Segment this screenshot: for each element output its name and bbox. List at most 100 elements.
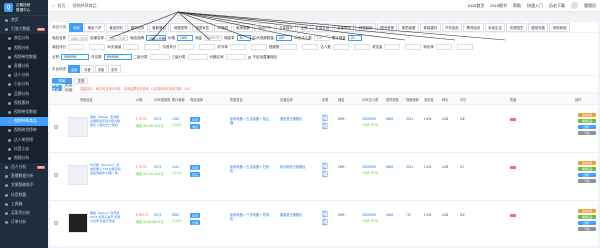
platform-pill[interactable]: 淘宝 [94, 65, 108, 73]
shop-name[interactable]: 美的官方旗舰店 [280, 117, 310, 121]
metric-2[interactable]: 3334 [406, 117, 413, 121]
sidebar-item[interactable]: 视频素材 [0, 98, 48, 108]
shop-name[interactable]: 科沃斯官方旗舰店 [280, 165, 310, 169]
category-tab[interactable]: 家居家纺 [191, 22, 213, 32]
brand-tag-button-2[interactable]: 天猫 [190, 220, 201, 225]
category[interactable]: 家用电器 > 生活电器 > 扫地机 [230, 165, 270, 173]
filter-min-input[interactable] [332, 44, 349, 50]
metric-1[interactable]: 8666 [386, 117, 393, 121]
table-header-cell[interactable]: 评分 [460, 97, 466, 102]
exclude-live-checkbox[interactable] [247, 55, 251, 59]
filter-max-input[interactable] [144, 44, 161, 50]
category-tab[interactable]: 本地生活 [484, 22, 506, 32]
row-action-button[interactable]: 分析 [578, 131, 596, 135]
category-tab[interactable]: 礼品文创 [312, 22, 333, 32]
filter-input[interactable]: 9999999 [204, 35, 222, 41]
sidebar-item[interactable]: 抖音联盟 [0, 191, 48, 200]
sidebar-item[interactable]: 商品分析 [0, 34, 48, 44]
filter-input[interactable]: 请输入品牌 [146, 35, 166, 41]
sidebar-item[interactable]: 达人分析 [0, 71, 48, 81]
filter-input[interactable]: 9999999 [61, 54, 89, 60]
category-tab[interactable]: 运动户外 [254, 22, 275, 32]
breadcrumb-home[interactable]: 首页 [57, 3, 65, 9]
sidebar-item[interactable]: 视频分析 [0, 43, 48, 53]
metric-1[interactable]: 8666 [386, 165, 393, 169]
filter-max-input[interactable] [250, 44, 267, 50]
sidebar-item[interactable]: 视频分析 [0, 153, 48, 163]
product-thumbnail[interactable] [68, 165, 88, 185]
link-5118-books[interactable]: 5118图书 [490, 3, 507, 9]
filter-min-input[interactable] [281, 44, 298, 50]
link-5118-home[interactable]: 5118首页 [468, 3, 485, 9]
sidebar-item[interactable]: 首页 [0, 16, 48, 25]
row-action-button[interactable]: 查看详情 [578, 209, 596, 213]
filter-max-input[interactable] [456, 44, 473, 50]
filter-min-input[interactable] [68, 44, 84, 50]
link-quickstart[interactable]: 快速入门 [527, 3, 543, 9]
category-tab[interactable]: 鞋靴箱包 [148, 22, 170, 32]
sales[interactable]: 5833 [172, 213, 179, 217]
row-action-button[interactable]: 收藏商品 [578, 167, 596, 171]
sidebar-item[interactable]: 视频带货榜单 [0, 126, 48, 136]
brand-tag-button[interactable]: 抖音 [190, 117, 201, 122]
category-tab[interactable]: 母婴宠物 [170, 22, 191, 32]
table-header-cell[interactable]: 30天视频数 [154, 97, 170, 102]
row-action-button[interactable]: 查看详情 [578, 113, 596, 117]
filter-input[interactable]: 请输入店铺 [106, 35, 128, 41]
creator-count[interactable]: 20060000 [362, 165, 376, 169]
sidebar-item[interactable]: 小店分析 [0, 80, 48, 90]
sidebar-item[interactable]: 工具箱 [0, 200, 48, 209]
category[interactable]: 家用电器 > 生活电器 > 吸尘器 [230, 117, 270, 125]
table-header-cell[interactable]: 30天达人数 [362, 97, 378, 102]
filter-min-input[interactable] [229, 44, 246, 50]
row-action-button[interactable]: 收藏商品 [578, 119, 596, 123]
category[interactable]: 家用电器 > 个护电器 > 吹风机 [230, 213, 270, 221]
sidebar-item[interactable]: 达人分析 NEW [0, 163, 48, 172]
category-tab[interactable]: 家用电器 [232, 22, 254, 32]
filter-max-input[interactable] [302, 44, 319, 50]
logo[interactable]: Q 企鹅技研 数据中心 [0, 0, 48, 16]
filter-min-input[interactable] [178, 44, 195, 50]
platform-pill[interactable]: 全部 [68, 65, 81, 73]
product-title[interactable]: 科沃斯（Ecovacs）扫地机器人 T20 全能基站 自动洗拖布 扫拖一体 [90, 163, 122, 175]
brand-tag-button-2[interactable]: 京东 [190, 172, 201, 177]
table-header-cell[interactable]: 带货视频 [386, 97, 399, 102]
sidebar-item[interactable]: 抖音小店 [0, 144, 48, 154]
batch-favorite-button[interactable]: 批量收藏 [64, 83, 74, 92]
category-tab[interactable]: 食品饮料 [105, 22, 127, 32]
category-tab[interactable]: 农资园艺 [506, 22, 527, 32]
filter-input[interactable]: - [187, 54, 208, 60]
table-header-cell[interactable]: 价格 [136, 97, 142, 102]
row-select-radio[interactable] [54, 125, 58, 129]
video-count[interactable]: 6073 [154, 165, 161, 169]
sidebar-item[interactable]: 引流大数据 NEW [0, 25, 48, 34]
sales[interactable]: 1144 [172, 165, 179, 169]
shop-name[interactable]: 戴森官方旗舰店 [280, 213, 310, 217]
product-title[interactable]: 美的（Midea）无线吸尘器家用手持大吸力除螨仪 小型立式一体机 [90, 115, 122, 127]
category-tab[interactable]: 生鲜 [297, 22, 312, 32]
category-tab[interactable]: 文体娱乐 [275, 22, 297, 32]
sidebar-item[interactable]: 视频种草商品 [0, 117, 48, 127]
category-tab[interactable]: 其他商品 [549, 22, 570, 32]
table-header-cell[interactable]: 店铺名称 [280, 97, 293, 102]
row-action-button[interactable]: 去推广 [578, 221, 596, 225]
category-tab[interactable]: 虚拟充值 [527, 22, 549, 32]
brand-tag-button[interactable]: 抖音 [190, 213, 201, 218]
category-tab[interactable]: 3C数码 [213, 22, 232, 32]
platform-pill[interactable]: 京东 [108, 65, 121, 73]
category-tab[interactable]: 医药保健 [398, 22, 419, 32]
row-action-button[interactable]: 收藏商品 [578, 215, 596, 219]
row-select-radio[interactable] [54, 173, 58, 177]
category-tab[interactable]: 教育培训 [463, 22, 484, 32]
sidebar-item[interactable]: 直播数据分析 [0, 172, 48, 181]
platform-pill[interactable]: 抖音 [81, 65, 94, 73]
filter-min-input[interactable] [435, 44, 452, 50]
product-title[interactable]: 戴森（Dyson）吹风机 HD15 负离子速干 家用大功率 护发不伤发 [90, 211, 122, 223]
sidebar-item[interactable]: 买家秀分析 [0, 209, 48, 218]
table-header-cell[interactable]: 所属类目 [230, 97, 243, 102]
category-tab[interactable]: 美妆个护 [84, 22, 105, 32]
sidebar-item[interactable]: 视频带货数据 [0, 52, 48, 62]
category-tab[interactable]: 全部 [69, 22, 84, 32]
filter-input[interactable]: 30 [236, 35, 251, 41]
row-select-radio[interactable] [54, 221, 58, 225]
